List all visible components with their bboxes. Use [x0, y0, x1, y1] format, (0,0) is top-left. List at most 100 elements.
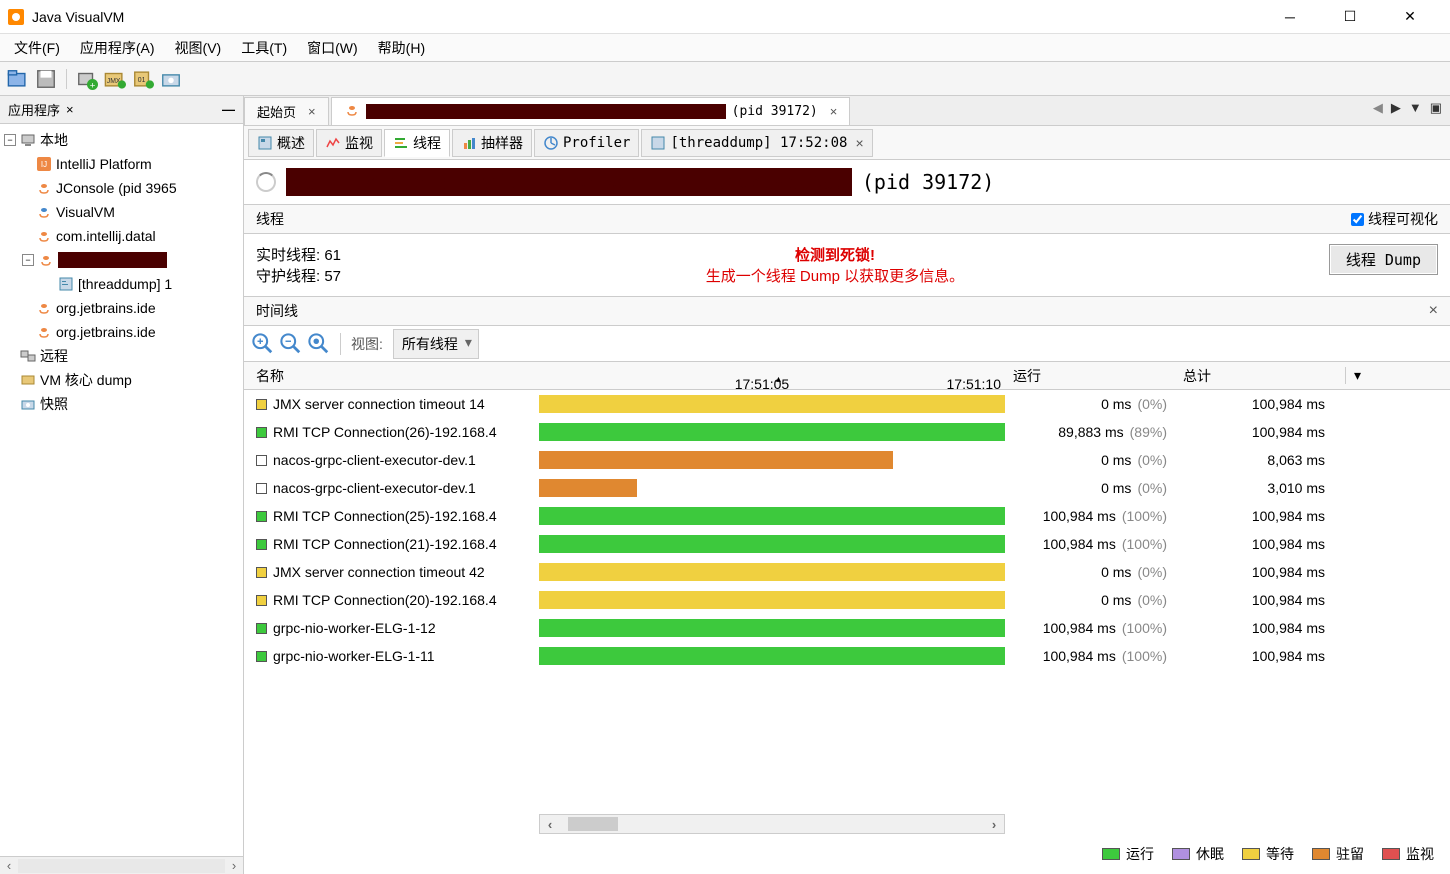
- tab-close-button[interactable]: ×: [308, 104, 316, 119]
- tree-toggle[interactable]: −: [22, 254, 34, 266]
- tree-label: 本地: [40, 130, 68, 150]
- add-snapshot-button[interactable]: [159, 67, 183, 91]
- scroll-right-button[interactable]: ›: [984, 817, 1004, 832]
- table-row[interactable]: nacos-grpc-client-executor-dev.10 ms(0%)…: [244, 474, 1450, 502]
- tree-node-threaddump[interactable]: [threaddump] 1: [0, 272, 243, 296]
- tree-node-remote[interactable]: 远程: [0, 344, 243, 368]
- tab-threads[interactable]: 线程: [384, 129, 450, 157]
- tree-label: org.jetbrains.ide: [56, 324, 156, 340]
- tree-node-snapshot[interactable]: 快照: [0, 392, 243, 416]
- menu-file[interactable]: 文件(F): [4, 34, 70, 62]
- checkbox[interactable]: [1351, 213, 1364, 226]
- sidebar-close-button[interactable]: ×: [66, 102, 74, 117]
- table-header: 名称 17:51:05 ▴ 17:51:10 运行 总计 ▾: [244, 362, 1450, 390]
- zoom-out-button[interactable]: [280, 333, 302, 355]
- timeline-close-button[interactable]: ×: [1429, 302, 1438, 320]
- thread-run-cell: 0 ms(0%): [1005, 396, 1175, 412]
- menu-help[interactable]: 帮助(H): [368, 34, 435, 62]
- tab-label: Profiler: [563, 135, 630, 151]
- scroll-track[interactable]: [18, 859, 225, 873]
- save-button[interactable]: [34, 67, 58, 91]
- status-icon: [256, 483, 267, 494]
- table-row[interactable]: JMX server connection timeout 140 ms(0%)…: [244, 390, 1450, 418]
- titlebar[interactable]: Java VisualVM ─ ☐ ✕: [0, 0, 1450, 34]
- menu-window[interactable]: 窗口(W): [297, 34, 368, 62]
- tab-threaddump[interactable]: [threaddump] 17:52:08×: [641, 129, 872, 157]
- tab-monitor[interactable]: 监视: [316, 129, 382, 157]
- table-row[interactable]: RMI TCP Connection(21)-192.168.4100,984 …: [244, 530, 1450, 558]
- thread-total-cell: 100,984 ms: [1175, 620, 1345, 636]
- scroll-thumb[interactable]: [568, 817, 618, 831]
- thread-total-cell: 100,984 ms: [1175, 396, 1345, 412]
- tree-node-selected-app[interactable]: −com.lls.cloud.dra: [0, 248, 243, 272]
- table-row[interactable]: RMI TCP Connection(25)-192.168.4100,984 …: [244, 502, 1450, 530]
- table-body[interactable]: JMX server connection timeout 140 ms(0%)…: [244, 390, 1450, 814]
- add-local-button[interactable]: +: [75, 67, 99, 91]
- table-row[interactable]: grpc-nio-worker-ELG-1-11100,984 ms(100%)…: [244, 642, 1450, 670]
- scroll-left-button[interactable]: ‹: [540, 817, 560, 832]
- svg-text:01: 01: [138, 76, 146, 83]
- tree-node-jetbrains1[interactable]: org.jetbrains.ide: [0, 296, 243, 320]
- tabs-next-button[interactable]: ▶: [1391, 100, 1401, 116]
- tab-start-page[interactable]: 起始页×: [244, 97, 329, 125]
- table-row[interactable]: nacos-grpc-client-executor-dev.10 ms(0%)…: [244, 446, 1450, 474]
- sampler-icon: [461, 135, 477, 151]
- open-file-button[interactable]: [6, 67, 30, 91]
- table-row[interactable]: RMI TCP Connection(20)-192.168.40 ms(0%)…: [244, 586, 1450, 614]
- tab-active-app[interactable]: com.lls.cloud.draft.shope.web.DraftShope…: [331, 97, 851, 125]
- tab-close-button[interactable]: ×: [855, 135, 863, 151]
- close-button[interactable]: ✕: [1390, 3, 1430, 31]
- timeline-hscrollbar[interactable]: ‹ ›: [539, 814, 1005, 834]
- legend-label: 驻留: [1336, 844, 1364, 864]
- tree-node-jconsole[interactable]: JConsole (pid 3965: [0, 176, 243, 200]
- tree-node-local[interactable]: − 本地: [0, 128, 243, 152]
- timeline-title: 时间线: [256, 301, 298, 321]
- tab-profiler[interactable]: Profiler: [534, 129, 639, 157]
- table-row[interactable]: RMI TCP Connection(26)-192.168.489,883 m…: [244, 418, 1450, 446]
- legend-waiting: 等待: [1242, 844, 1294, 864]
- tab-sampler[interactable]: 抽样器: [452, 129, 532, 157]
- tree-node-intellij[interactable]: IJIntelliJ Platform: [0, 152, 243, 176]
- tabs-dropdown-button[interactable]: ▼: [1409, 100, 1422, 116]
- col-menu-button[interactable]: ▾: [1345, 367, 1369, 384]
- col-header-run[interactable]: 运行: [1005, 366, 1175, 386]
- tab-overview[interactable]: 概述: [248, 129, 314, 157]
- zoom-fit-button[interactable]: [308, 333, 330, 355]
- menubar: 文件(F) 应用程序(A) 视图(V) 工具(T) 窗口(W) 帮助(H): [0, 34, 1450, 62]
- add-dump-button[interactable]: 01: [131, 67, 155, 91]
- col-header-name[interactable]: 名称: [244, 366, 539, 386]
- menu-view[interactable]: 视图(V): [165, 34, 232, 62]
- tree-node-visualvm[interactable]: VisualVM: [0, 200, 243, 224]
- table-row[interactable]: JMX server connection timeout 420 ms(0%)…: [244, 558, 1450, 586]
- add-jmx-button[interactable]: JMX: [103, 67, 127, 91]
- timeline-section-header: 时间线 ×: [244, 296, 1450, 326]
- view-select[interactable]: 所有线程: [393, 329, 479, 359]
- zoom-in-button[interactable]: [252, 333, 274, 355]
- tree-node-datagrip[interactable]: com.intellij.datal: [0, 224, 243, 248]
- thread-total-cell: 100,984 ms: [1175, 508, 1345, 524]
- scroll-left-button[interactable]: ‹: [0, 858, 18, 873]
- col-header-total[interactable]: 总计: [1175, 366, 1345, 386]
- tree-node-jetbrains2[interactable]: org.jetbrains.ide: [0, 320, 243, 344]
- thread-name: grpc-nio-worker-ELG-1-12: [273, 620, 436, 636]
- tabs-prev-button[interactable]: ◀: [1373, 100, 1383, 116]
- thread-total-cell: 100,984 ms: [1175, 648, 1345, 664]
- intellij-icon: IJ: [36, 156, 52, 172]
- scroll-track[interactable]: [560, 816, 984, 832]
- threads-visualize-checkbox[interactable]: 线程可视化: [1351, 209, 1438, 229]
- sidebar-hscrollbar[interactable]: ‹ ›: [0, 856, 243, 874]
- table-row[interactable]: grpc-nio-worker-ELG-1-12100,984 ms(100%)…: [244, 614, 1450, 642]
- tab-close-button[interactable]: ×: [830, 104, 838, 119]
- scroll-right-button[interactable]: ›: [225, 858, 243, 873]
- thread-run-cell: 100,984 ms(100%): [1005, 536, 1175, 552]
- minimize-button[interactable]: ─: [1270, 3, 1310, 31]
- maximize-button[interactable]: ☐: [1330, 3, 1370, 31]
- thread-dump-button[interactable]: 线程 Dump: [1329, 244, 1438, 275]
- tree-toggle[interactable]: −: [4, 134, 16, 146]
- sidebar-minimize-button[interactable]: —: [222, 102, 235, 117]
- menu-tools[interactable]: 工具(T): [231, 34, 297, 62]
- tree-node-vmcore[interactable]: VM 核心 dump: [0, 368, 243, 392]
- app-tree[interactable]: − 本地 IJIntelliJ Platform JConsole (pid 3…: [0, 124, 243, 856]
- menu-application[interactable]: 应用程序(A): [70, 34, 165, 62]
- tabs-maximize-button[interactable]: ▣: [1430, 100, 1442, 116]
